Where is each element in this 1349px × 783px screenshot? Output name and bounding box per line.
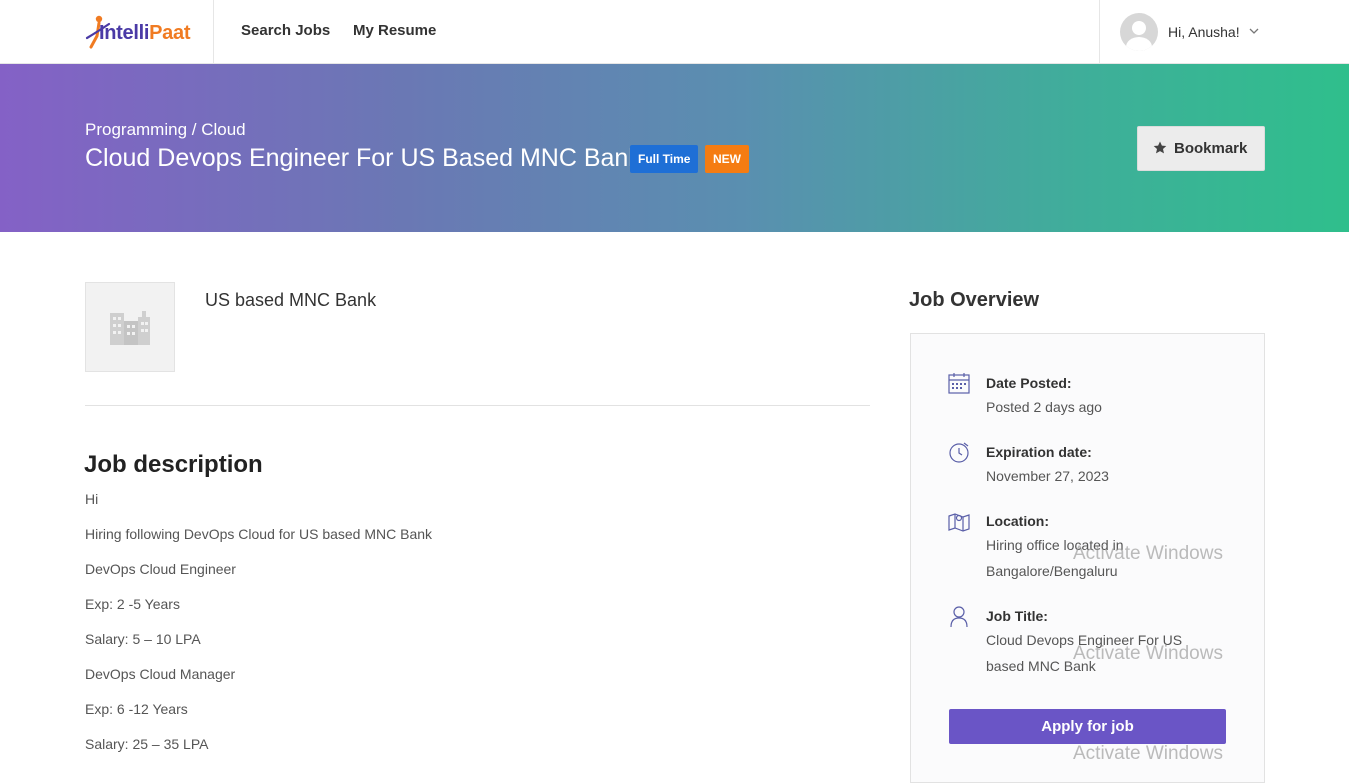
activation-watermark: Activate Windows [1073,643,1223,664]
user-greeting[interactable]: Hi, Anusha! [1168,24,1240,40]
user-silhouette-icon [1126,21,1152,51]
description-line: Hiring following DevOps Cloud for US bas… [85,526,433,542]
date-posted-label: Date Posted: [986,375,1072,391]
expiration-date-value: November 27, 2023 [986,468,1109,484]
breadcrumb[interactable]: Programming / Cloud [85,120,246,140]
description-line: Exp: 2 -5 Years [85,596,180,612]
job-hero-banner: Programming / Cloud Cloud Devops Enginee… [0,64,1349,232]
bookmark-label: Bookmark [1174,140,1248,157]
description-line: DevOps Cloud Manager [85,666,236,682]
company-logo [85,282,175,372]
job-description-heading: Job description [84,451,263,478]
bookmark-button[interactable]: Bookmark [1137,126,1265,171]
page-title: Cloud Devops Engineer For US Based MNC B… [85,144,641,172]
description-line: Exp: 6 -12 Years [85,701,188,717]
new-badge: NEW [705,145,749,173]
description-line: Salary: 25 – 35 LPA [85,736,209,752]
person-icon [950,606,968,628]
job-title-label: Job Title: [986,608,1048,624]
avatar[interactable] [1120,13,1158,51]
description-line: Hi [85,491,99,507]
header-divider [213,0,214,64]
building-icon [110,311,150,345]
date-posted-value: Posted 2 days ago [986,399,1102,415]
apply-for-job-button[interactable]: Apply for job [949,709,1226,744]
intellipaat-logo[interactable]: IntelliPaat [85,14,195,50]
section-divider [85,405,870,406]
chevron-down-icon[interactable] [1249,26,1259,36]
activation-watermark: Activate Windows [1073,543,1223,564]
header-divider [1099,0,1100,64]
job-overview-heading: Job Overview [909,289,1040,311]
map-icon [948,513,970,532]
nav-search-jobs[interactable]: Search Jobs [241,22,330,39]
calendar-icon [948,373,970,394]
nav-my-resume[interactable]: My Resume [353,22,436,39]
description-line: DevOps Cloud Engineer [85,561,236,577]
expiration-date-label: Expiration date: [986,444,1092,460]
clock-icon [949,442,969,463]
activation-watermark: Activate Windows [1073,743,1223,764]
top-navbar: IntelliPaat Search Jobs My Resume Hi, An… [0,0,1349,64]
description-line: Salary: 5 – 10 LPA [85,631,201,647]
company-name[interactable]: US based MNC Bank [205,290,376,311]
job-type-badge: Full Time [630,145,699,173]
logo-text: IntelliPaat [99,22,191,44]
location-label: Location: [986,513,1049,529]
star-icon [1153,141,1167,154]
